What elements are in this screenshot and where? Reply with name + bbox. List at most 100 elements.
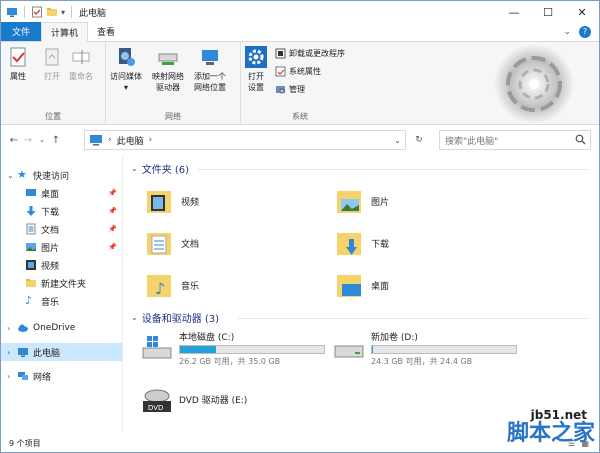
address-box[interactable]: › 此电脑 › ⌄ xyxy=(84,130,406,150)
nav-item-downloads[interactable]: 下载 📌 xyxy=(1,202,122,220)
pin-icon[interactable]: 📌 xyxy=(108,243,117,251)
open-label: 打开 xyxy=(44,72,60,81)
nav-item-new-folder[interactable]: 新建文件夹 xyxy=(1,274,122,292)
back-arrow-icon[interactable]: ← xyxy=(7,132,21,148)
address-dropdown-icon[interactable]: ⌄ xyxy=(394,136,401,145)
nav-item-desktop[interactable]: 桌面 📌 xyxy=(1,184,122,202)
refresh-icon[interactable]: ↻ xyxy=(411,131,427,149)
rename-button[interactable]: 重命名 xyxy=(69,46,93,82)
forward-arrow-icon[interactable]: → xyxy=(21,132,35,148)
ribbon: 属性 打开 重命名 位置 访问媒体 ▾ 映射网络 驱动器 添加一个 网络位置 网… xyxy=(1,42,599,125)
folder-documents[interactable]: 文档 xyxy=(145,227,199,259)
section-divider xyxy=(238,318,588,319)
drive-dvd[interactable]: DVD DVD 驱动器 (E:) xyxy=(141,383,247,415)
pin-icon[interactable]: 📌 xyxy=(108,189,117,197)
access-media-dropdown-icon: ▾ xyxy=(123,83,128,92)
folder-label: 视频 xyxy=(181,197,200,208)
music-folder-icon: ♪ xyxy=(147,275,171,298)
qat-dropdown-icon[interactable]: ▾ xyxy=(61,8,65,17)
system-group: 打开 设置 卸载或更改程序 系统属性 管理 系统 xyxy=(241,42,359,125)
manage-button[interactable]: 管理 xyxy=(275,84,305,95)
devices-header-label: 设备和驱动器 (3) xyxy=(141,314,220,325)
rename-label: 重命名 xyxy=(69,72,93,81)
drive-usage-fill xyxy=(372,346,373,353)
video-icon xyxy=(26,260,36,270)
expand-chevron-icon: ⌄ xyxy=(7,170,14,180)
recent-dropdown-icon[interactable]: ⌄ xyxy=(35,132,49,148)
computer-icon[interactable] xyxy=(6,6,18,18)
open-button[interactable]: 打开 xyxy=(41,46,63,82)
folders-header-label: 文件夹 (6) xyxy=(141,165,190,176)
drive-usage-bar xyxy=(371,345,517,354)
nav-quick-access[interactable]: ⌄ ★ 快速访问 xyxy=(1,166,122,184)
drive-usage-fill xyxy=(180,346,216,353)
uninstall-program-button[interactable]: 卸载或更改程序 xyxy=(275,48,345,59)
search-input[interactable]: 搜索"此电脑" xyxy=(439,130,591,150)
properties-button[interactable]: 属性 xyxy=(7,46,29,82)
pin-icon[interactable]: 📌 xyxy=(108,225,117,233)
nav-item-documents[interactable]: 文档 📌 xyxy=(1,220,122,238)
minimize-button[interactable]: — xyxy=(497,1,531,23)
devices-section-header[interactable]: ⌄ 设备和驱动器 (3) xyxy=(131,310,219,325)
folder-desktop[interactable]: 桌面 xyxy=(335,269,389,301)
up-arrow-icon[interactable]: ↑ xyxy=(49,132,63,148)
download-icon xyxy=(26,206,36,216)
nav-item-label: 桌面 xyxy=(41,189,60,200)
maximize-button[interactable]: ☐ xyxy=(531,1,565,23)
access-media-label: 访问媒体 xyxy=(110,72,142,81)
folder-label: 下载 xyxy=(371,239,390,250)
tab-file[interactable]: 文件 xyxy=(1,22,41,41)
folder-videos[interactable]: 视频 xyxy=(145,185,199,217)
ribbon-collapse-icon[interactable]: ⌄ xyxy=(563,27,571,37)
nav-network[interactable]: › 网络 xyxy=(1,367,122,385)
drive-d[interactable]: 新加卷 (D:) 24.3 GB 可用，共 24.4 GB xyxy=(333,330,517,367)
tab-computer[interactable]: 计算机 xyxy=(41,22,89,42)
nav-onedrive[interactable]: › OneDrive xyxy=(1,319,122,337)
system-properties-button[interactable]: 系统属性 xyxy=(275,66,321,77)
open-settings-label-2: 设置 xyxy=(248,83,264,92)
manage-icon xyxy=(276,86,285,94)
folder-downloads[interactable]: 下载 xyxy=(335,227,389,259)
explorer-window: ▾ 此电脑 — ☐ ✕ 文件 计算机 查看 ⌄ ? 属性 打开 重命名 位置 访… xyxy=(0,0,600,453)
help-icon[interactable]: ? xyxy=(579,25,591,38)
nav-onedrive-label: OneDrive xyxy=(33,323,76,333)
tab-view[interactable]: 查看 xyxy=(88,22,124,41)
network-icon xyxy=(18,372,28,380)
nav-item-videos[interactable]: 视频 xyxy=(1,256,122,274)
drive-free-space: 26.2 GB 可用，共 35.0 GB xyxy=(179,357,281,366)
folder-music[interactable]: ♪ 音乐 xyxy=(145,269,199,301)
nav-item-pictures[interactable]: 图片 📌 xyxy=(1,238,122,256)
title-bar: ▾ 此电脑 — ☐ ✕ xyxy=(1,1,599,23)
nav-item-label: 视频 xyxy=(41,261,60,272)
add-network-location-button[interactable]: 添加一个 网络位置 xyxy=(194,46,226,93)
access-media-button[interactable]: 访问媒体 ▾ xyxy=(110,46,142,93)
drive-c[interactable]: 本地磁盘 (C:) 26.2 GB 可用，共 35.0 GB xyxy=(141,330,325,367)
add-location-label-1: 添加一个 xyxy=(194,72,226,81)
map-network-drive-button[interactable]: 映射网络 驱动器 xyxy=(152,46,184,93)
manage-label: 管理 xyxy=(289,85,305,94)
drive-usage-bar xyxy=(179,345,325,354)
dvd-drive-icon: DVD xyxy=(143,389,171,412)
computer-icon xyxy=(18,348,28,357)
nav-item-music[interactable]: ♪ 音乐 xyxy=(1,292,122,310)
section-divider xyxy=(198,169,588,170)
close-button[interactable]: ✕ xyxy=(565,1,599,23)
folders-section-header[interactable]: ⌄ 文件夹 (6) xyxy=(131,161,189,176)
folder-label: 桌面 xyxy=(371,281,390,292)
window-title: 此电脑 xyxy=(79,8,107,19)
nav-this-pc[interactable]: › 此电脑 xyxy=(1,343,122,361)
open-icon xyxy=(45,48,59,66)
network-location-icon xyxy=(202,50,218,65)
rename-icon xyxy=(72,50,90,64)
new-folder-icon[interactable] xyxy=(46,6,58,18)
search-placeholder: 搜索"此电脑" xyxy=(445,136,499,147)
settings-gear-icon xyxy=(245,46,267,68)
properties-icon[interactable] xyxy=(31,6,43,18)
location-group: 属性 打开 重命名 位置 xyxy=(1,42,106,125)
folder-pictures[interactable]: 图片 xyxy=(335,185,389,217)
open-settings-button[interactable]: 打开 设置 xyxy=(245,46,267,93)
drive-name: 新加卷 (D:) xyxy=(371,333,418,343)
expand-chevron-icon: › xyxy=(7,371,11,381)
breadcrumb-this-pc[interactable]: 此电脑 xyxy=(117,134,144,147)
pin-icon[interactable]: 📌 xyxy=(108,207,117,215)
